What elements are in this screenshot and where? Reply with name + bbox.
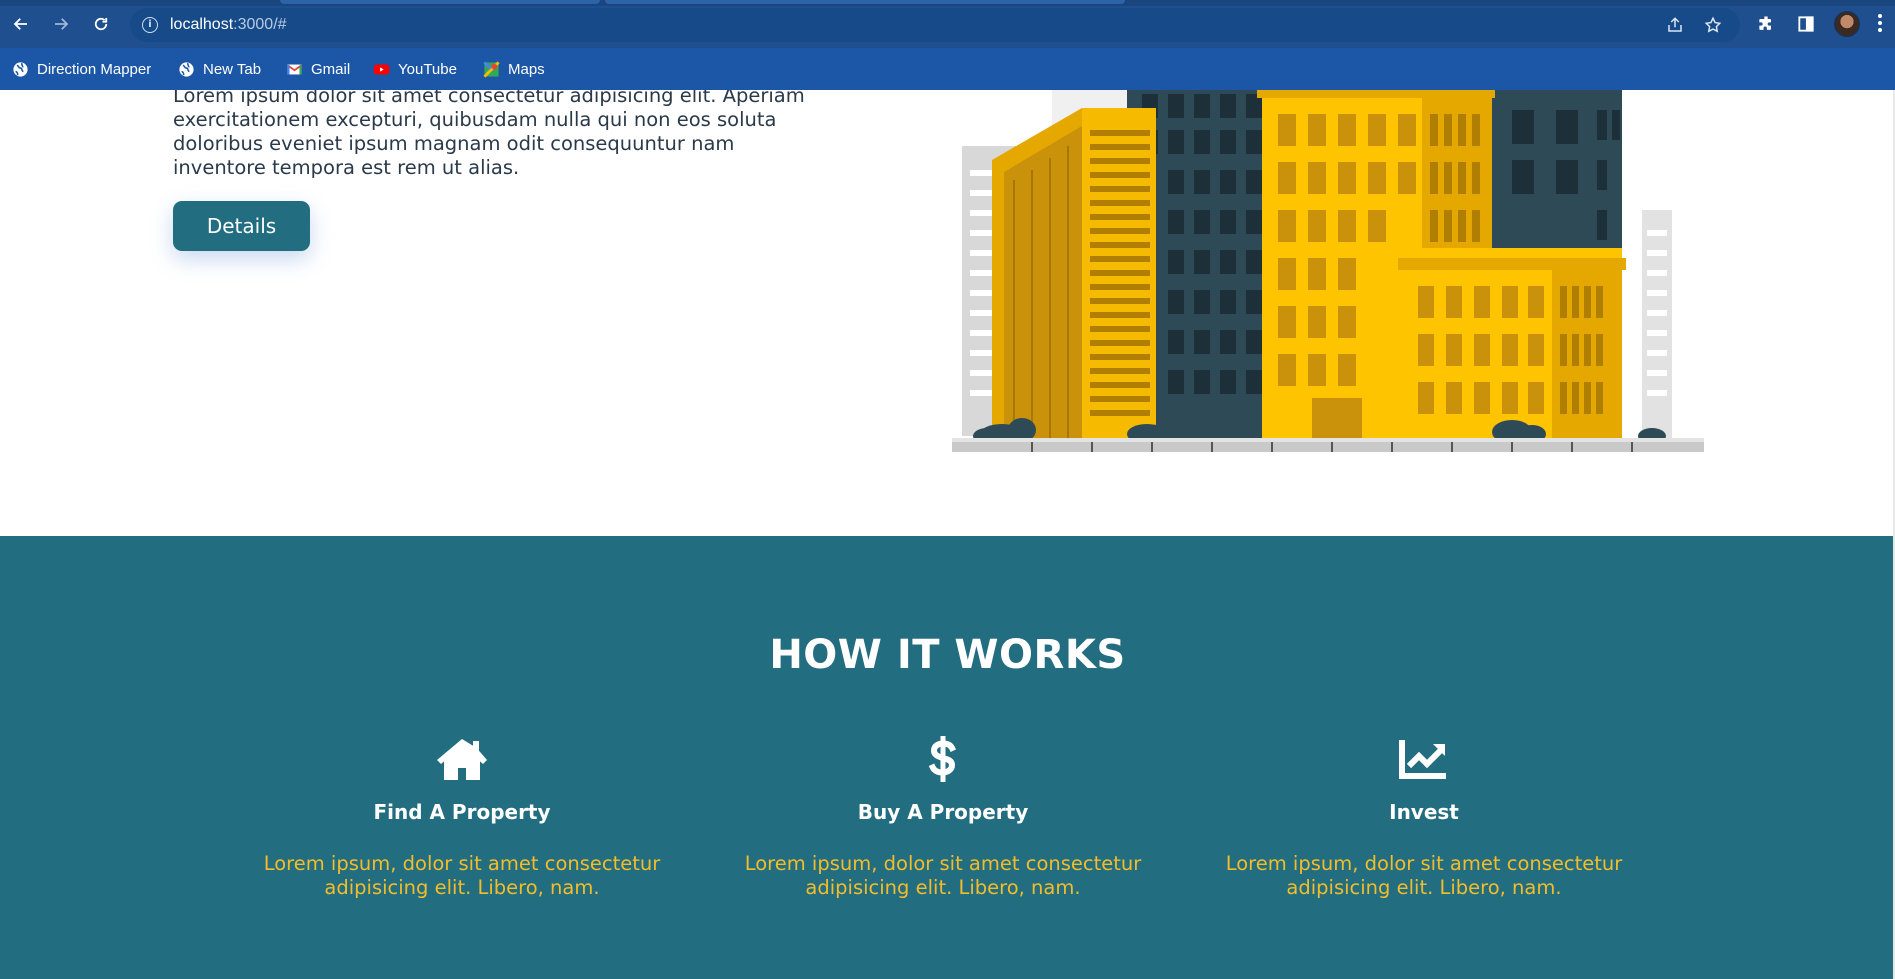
bookmarks-bar: Direction Mapper New Tab Gmail YouTube M…	[0, 48, 1895, 90]
url-text[interactable]: localhost:3000/#	[170, 16, 287, 34]
feature-description: Lorem ipsum, dolor sit amet consectetur …	[1225, 852, 1623, 899]
section-title: HOW IT WORKS	[769, 632, 1126, 678]
house-icon	[437, 739, 487, 780]
dollar-icon	[928, 736, 957, 782]
gmail-icon	[286, 64, 303, 74]
bookmark-youtube[interactable]: YouTube	[373, 59, 457, 79]
globe-icon	[179, 61, 194, 77]
bookmark-direction-mapper[interactable]: Direction Mapper	[12, 59, 151, 79]
bookmark-maps[interactable]: Maps	[483, 59, 545, 79]
feature-title: Find A Property	[373, 800, 551, 824]
globe-icon	[13, 61, 28, 77]
reload-icon	[94, 17, 108, 31]
site-info-icon[interactable]: i	[142, 17, 158, 33]
feature-description: Lorem ipsum, dolor sit amet consectetur …	[263, 852, 661, 899]
feature-buy-property: Buy A Property Lorem ipsum, dolor sit am…	[723, 736, 1163, 900]
how-it-works-section: HOW IT WORKS Find A Property Lorem ipsum…	[0, 536, 1895, 979]
feature-invest: Invest Lorem ipsum, dolor sit amet conse…	[1204, 736, 1644, 900]
profile-avatar[interactable]	[1834, 11, 1860, 37]
details-button[interactable]: Details	[173, 201, 310, 251]
menu-kebab-icon[interactable]	[1878, 14, 1884, 34]
feature-find-property: Find A Property Lorem ipsum, dolor sit a…	[242, 736, 682, 900]
arrow-left-icon	[13, 18, 27, 30]
chart-line-icon	[1399, 740, 1446, 779]
address-bar[interactable]: i localhost:3000/#	[130, 8, 1740, 42]
bookmark-star-icon[interactable]	[1704, 16, 1722, 34]
forward-button[interactable]	[50, 13, 72, 35]
tab-edge	[280, 0, 600, 4]
reload-button[interactable]	[90, 13, 112, 35]
tab-edge	[605, 0, 1125, 4]
youtube-icon	[373, 64, 390, 74]
feature-description: Lorem ipsum, dolor sit amet consectetur …	[744, 852, 1142, 899]
bookmark-gmail[interactable]: Gmail	[286, 59, 350, 79]
extensions-icon[interactable]	[1756, 14, 1776, 34]
browser-toolbar: i localhost:3000/#	[0, 0, 1895, 48]
city-buildings-illustration	[952, 90, 1704, 452]
back-button[interactable]	[10, 13, 32, 35]
feature-title: Invest	[1389, 800, 1459, 824]
bookmark-new-tab[interactable]: New Tab	[178, 59, 261, 79]
hero-section: Lorem ipsum dolor sit amet consectetur a…	[0, 90, 1895, 536]
side-panel-icon[interactable]	[1796, 14, 1816, 34]
share-icon[interactable]	[1666, 16, 1684, 34]
hero-paragraph: Lorem ipsum dolor sit amet consectetur a…	[173, 90, 805, 179]
arrow-right-icon	[55, 18, 69, 30]
feature-title: Buy A Property	[857, 800, 1029, 824]
maps-icon	[483, 60, 500, 78]
